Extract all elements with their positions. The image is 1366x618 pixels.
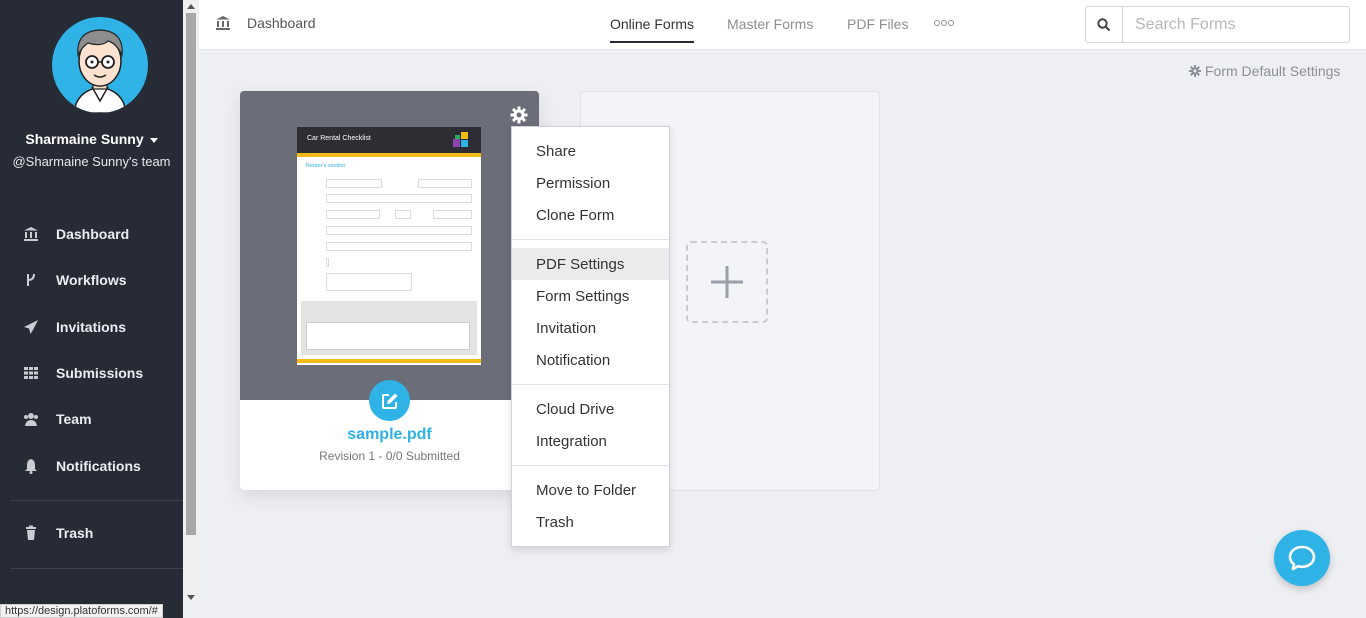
thumbnail-field — [326, 226, 472, 235]
menu-item-clone-form[interactable]: Clone Form — [512, 199, 669, 231]
thumbnail-band — [297, 153, 481, 157]
sidebar-item-submissions[interactable]: Submissions — [0, 355, 183, 391]
menu-item-form-settings[interactable]: Form Settings — [512, 280, 669, 312]
sidebar-item-invitations[interactable]: Invitations — [0, 309, 183, 345]
thumbnail-band — [297, 359, 481, 363]
gear-icon — [1189, 65, 1201, 77]
form-revision-status: Revision 1 - 0/0 Submitted — [319, 449, 460, 463]
bell-icon — [22, 458, 40, 474]
sidebar-item-workflows[interactable]: Workflows — [0, 262, 183, 298]
tab-master-forms[interactable]: Master Forms — [727, 16, 813, 32]
caret-down-icon — [149, 137, 158, 143]
scrollbar-thumb[interactable] — [186, 13, 196, 535]
sidebar-item-dashboard[interactable]: Dashboard — [0, 216, 183, 252]
sidebar-item-label: Trash — [56, 525, 94, 541]
scroll-up-arrow-icon[interactable] — [187, 4, 195, 9]
sidebar-divider — [10, 500, 183, 501]
form-title[interactable]: sample.pdf — [240, 426, 539, 444]
thumbnail-inspector-section — [301, 301, 477, 355]
user-name: Sharmaine Sunny — [25, 131, 144, 147]
thumbnail-textarea — [306, 322, 470, 350]
breadcrumb-label: Dashboard — [247, 15, 316, 31]
sidebar-item-label: Dashboard — [56, 226, 130, 242]
sidebar-item-label: Team — [56, 411, 92, 427]
menu-item-move-to-folder[interactable]: Move to Folder — [512, 474, 669, 506]
scroll-down-arrow-icon[interactable] — [187, 595, 195, 600]
menu-divider — [512, 384, 669, 385]
form-card[interactable]: Car Rental Checklist Renter's section sa… — [240, 91, 539, 490]
menu-item-trash[interactable]: Trash — [512, 506, 669, 538]
breadcrumb[interactable]: Dashboard — [215, 15, 316, 31]
menu-item-pdf-settings[interactable]: PDF Settings — [512, 248, 669, 280]
thumbnail-field — [433, 210, 472, 219]
menu-divider — [512, 465, 669, 466]
sidebar-item-label: Notifications — [56, 458, 141, 474]
thumbnail-checkbox — [326, 258, 329, 267]
menu-item-notification[interactable]: Notification — [512, 344, 669, 376]
more-tabs-icon[interactable] — [934, 20, 954, 26]
plus-icon — [711, 266, 743, 298]
menu-item-share[interactable]: Share — [512, 135, 669, 167]
search-input[interactable] — [1122, 6, 1350, 43]
users-icon — [22, 411, 40, 427]
paper-plane-icon — [22, 319, 40, 335]
menu-item-invitation[interactable]: Invitation — [512, 312, 669, 344]
user-name-dropdown[interactable]: Sharmaine Sunny — [0, 131, 183, 147]
bank-icon — [22, 226, 40, 242]
thumbnail-field — [326, 210, 380, 219]
menu-divider — [512, 239, 669, 240]
chat-button[interactable] — [1274, 530, 1330, 586]
bank-icon — [215, 15, 231, 31]
chat-bubble-icon — [1288, 545, 1316, 571]
thumbnail-field — [326, 242, 472, 251]
sidebar-item-label: Invitations — [56, 319, 127, 335]
thumbnail-field — [326, 179, 382, 188]
thumbnail-section: Renter's section — [306, 163, 346, 169]
avatar-illustration — [73, 29, 127, 113]
search-icon — [1097, 17, 1111, 31]
form-thumbnail: Car Rental Checklist Renter's section — [297, 127, 481, 365]
edit-form-button[interactable] — [369, 380, 410, 421]
form-default-settings-label: Form Default Settings — [1205, 63, 1341, 79]
sidebar-item-label: Submissions — [56, 365, 144, 381]
sidebar-item-notifications[interactable]: Notifications — [0, 448, 183, 484]
tab-online-forms[interactable]: Online Forms — [610, 16, 695, 43]
form-default-settings-link[interactable]: Form Default Settings — [1189, 63, 1340, 79]
thumbnail-field — [418, 179, 472, 188]
thumbnail-field — [326, 273, 412, 291]
form-preview[interactable]: Car Rental Checklist Renter's section — [240, 91, 539, 400]
sidebar-item-label: Workflows — [56, 272, 127, 288]
form-actions-menu: Share Permission Clone Form PDF Settings… — [511, 126, 670, 547]
menu-item-cloud-drive[interactable]: Cloud Drive — [512, 393, 669, 425]
top-bar: Dashboard Online Forms Master Forms PDF … — [199, 0, 1366, 50]
sidebar-scrollbar[interactable] — [183, 0, 199, 604]
thumbnail-field — [326, 194, 472, 203]
sidebar: Sharmaine Sunny @Sharmaine Sunny's team … — [0, 0, 183, 618]
sidebar-item-trash[interactable]: Trash — [0, 515, 183, 551]
sidebar-divider — [10, 568, 183, 569]
sidebar-item-team[interactable]: Team — [0, 401, 183, 437]
edit-icon — [381, 393, 397, 409]
status-bar-url: https://design.platoforms.com/# — [0, 604, 163, 618]
avatar[interactable] — [52, 17, 148, 113]
grid-icon — [22, 365, 40, 381]
tab-pdf-files[interactable]: PDF Files — [847, 16, 908, 32]
menu-item-integration[interactable]: Integration — [512, 425, 669, 457]
thumbnail-field — [395, 210, 411, 219]
brand-logo-icon — [453, 132, 468, 147]
menu-item-permission[interactable]: Permission — [512, 167, 669, 199]
trash-icon — [22, 525, 40, 541]
add-form-button[interactable] — [686, 241, 768, 323]
search-button[interactable] — [1085, 6, 1122, 43]
gear-icon[interactable] — [510, 106, 528, 124]
branch-icon — [22, 272, 40, 288]
user-team: @Sharmaine Sunny's team — [12, 154, 171, 169]
